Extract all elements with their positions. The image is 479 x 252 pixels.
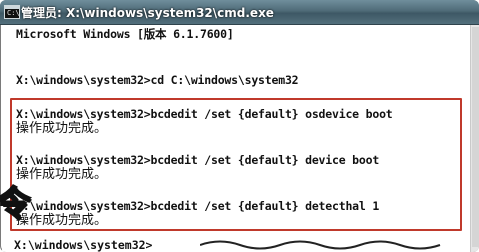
vertical-scrollbar[interactable] <box>470 25 479 252</box>
scrollbar-thumb[interactable] <box>472 27 479 247</box>
decorative-scribble <box>200 240 441 250</box>
window-title: 管理员: X:\windows\system32\cmd.exe <box>21 6 274 20</box>
overlay-caption: 令 <box>0 183 31 225</box>
cmd-window: C:\ 管理员: X:\windows\system32\cmd.exe Mic… <box>0 0 479 252</box>
title-bar[interactable]: C:\ 管理员: X:\windows\system32\cmd.exe <box>0 0 479 25</box>
cmd-icon: C:\ <box>4 5 20 19</box>
cmd-icon-label: C:\ <box>7 9 20 17</box>
highlight-box <box>10 98 462 231</box>
console-line-cd: X:\windows\system32>cd C:\windows\system… <box>16 73 299 87</box>
console-line-prompt: X:\windows\system32> <box>14 238 153 252</box>
console-line-version: Microsoft Windows [版本 6.1.7600] <box>16 27 234 41</box>
